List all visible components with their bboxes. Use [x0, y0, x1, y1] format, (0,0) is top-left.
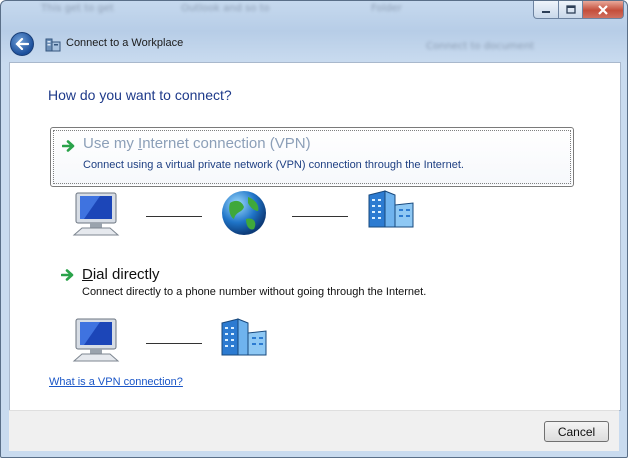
computer-icon: [72, 318, 120, 362]
background-window-text: This get to get: [41, 3, 114, 14]
green-arrow-icon: [62, 140, 75, 152]
green-arrow-icon: [61, 269, 74, 281]
computer-icon: [72, 192, 120, 236]
option-vpn[interactable]: Use my Internet connection (VPN) Connect…: [50, 127, 574, 187]
option-dial[interactable]: Dial directly Connect directly to a phon…: [50, 262, 572, 306]
window-title: Connect to a Workplace: [66, 37, 184, 49]
back-arrow-icon: [15, 38, 29, 50]
option-dial-description: Connect directly to a phone number witho…: [82, 286, 427, 298]
workplace-icon: [45, 38, 61, 52]
vpn-help-link[interactable]: What is a VPN connection?: [49, 376, 183, 388]
cancel-button[interactable]: Cancel: [544, 421, 609, 442]
option-vpn-description: Connect using a virtual private network …: [83, 159, 464, 171]
dialog-window: This get to get Outlook and so to Folder…: [0, 0, 628, 458]
connection-line: [292, 216, 348, 217]
close-icon: [598, 4, 608, 15]
back-button[interactable]: [10, 32, 34, 56]
minimize-icon: [542, 10, 550, 13]
content-area: How do you want to connect? Use my Inter…: [9, 62, 621, 411]
connection-line: [146, 343, 202, 344]
dialog-footer: Cancel: [9, 410, 619, 451]
building-icon: [221, 318, 267, 356]
background-window-text: Outlook and so to: [181, 3, 270, 14]
minimize-button[interactable]: [533, 1, 559, 19]
option-dial-title: Dial directly: [82, 266, 160, 283]
page-heading: How do you want to connect?: [48, 87, 232, 103]
navigation-bar: Connect to a Workplace: [1, 27, 627, 61]
background-window-text: Folder: [371, 3, 402, 14]
maximize-button[interactable]: [558, 1, 583, 19]
connection-line: [146, 216, 202, 217]
building-icon: [368, 190, 414, 228]
option-vpn-title: Use my Internet connection (VPN): [83, 135, 311, 152]
maximize-icon: [565, 5, 576, 14]
close-button[interactable]: [582, 1, 624, 19]
globe-icon: [222, 191, 266, 235]
